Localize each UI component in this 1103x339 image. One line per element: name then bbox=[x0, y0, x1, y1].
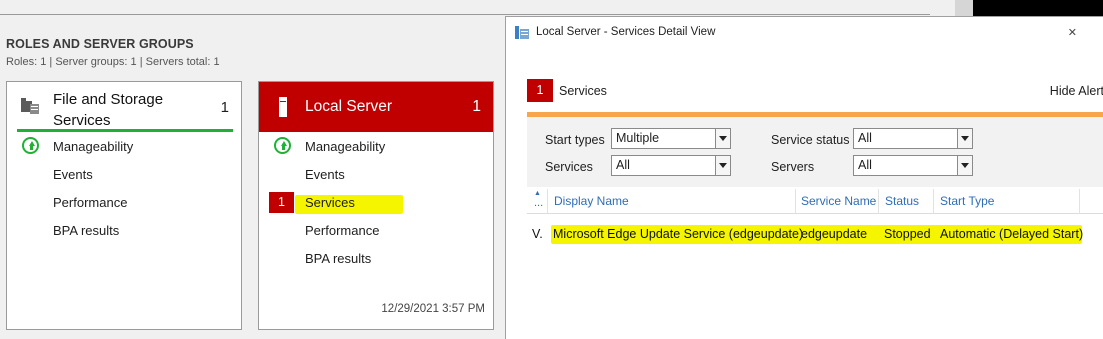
cell-service-name: edgeupdate bbox=[801, 227, 868, 241]
servers-filter-value: All bbox=[858, 158, 872, 172]
column-header-start-type[interactable]: Start Type bbox=[940, 194, 994, 208]
tile-title[interactable]: Local Server bbox=[305, 98, 392, 116]
server-manager-icon bbox=[515, 26, 529, 39]
start-types-select[interactable]: Multiple bbox=[611, 128, 731, 149]
tile-item-events[interactable]: Events bbox=[305, 167, 345, 182]
background-strip-dark bbox=[973, 0, 1103, 16]
tile-title-line2: Services bbox=[53, 112, 111, 129]
column-header-service-name[interactable]: Service Name bbox=[801, 194, 876, 208]
tile-item-manageability[interactable]: Manageability bbox=[305, 139, 385, 154]
last-refresh-timestamp: 12/29/2021 3:57 PM bbox=[381, 303, 485, 315]
section-summary: Roles: 1 | Server groups: 1 | Servers to… bbox=[6, 56, 220, 68]
cell-start-type: Automatic (Delayed Start) bbox=[940, 227, 1084, 241]
chevron-down-icon[interactable] bbox=[715, 156, 730, 175]
tile-item-bpa-results[interactable]: BPA results bbox=[305, 251, 371, 266]
chevron-down-icon[interactable] bbox=[957, 129, 972, 148]
hide-alert-link[interactable]: Hide Alert bbox=[1050, 84, 1103, 98]
service-status-select[interactable]: All bbox=[853, 128, 973, 149]
tile-header[interactable]: File and Storage Services 1 bbox=[7, 82, 241, 132]
tile-local-server[interactable]: Local Server 1 Manageability Events 1 Se… bbox=[258, 81, 494, 330]
tile-count: 1 bbox=[472, 98, 481, 115]
service-status-value: All bbox=[858, 131, 872, 145]
tile-title-line1: File and Storage bbox=[53, 91, 164, 108]
status-ok-icon bbox=[274, 137, 291, 154]
services-filter-label: Services bbox=[545, 160, 593, 174]
row-prefix: V. bbox=[532, 227, 543, 241]
tile-item-services[interactable]: Services bbox=[305, 195, 355, 210]
tile-item-manageability[interactable]: Manageability bbox=[53, 139, 133, 154]
services-filter-value: All bbox=[616, 158, 630, 172]
column-separator[interactable] bbox=[1079, 189, 1080, 214]
cell-status: Stopped bbox=[884, 227, 931, 241]
alert-count-badge: 1 bbox=[527, 79, 553, 102]
window-title: Local Server - Services Detail View bbox=[536, 26, 716, 38]
alert-row: 1 Services Hide Alert bbox=[506, 79, 1103, 105]
servers-filter-label: Servers bbox=[771, 160, 815, 174]
section-title: ROLES AND SERVER GROUPS bbox=[6, 37, 194, 51]
close-icon[interactable]: ✕ bbox=[1068, 26, 1077, 39]
services-detail-window: Local Server - Services Detail View ✕ 1 … bbox=[505, 16, 1103, 339]
tile-item-performance[interactable]: Performance bbox=[305, 223, 379, 238]
start-types-value: Multiple bbox=[616, 131, 660, 145]
column-separator[interactable] bbox=[795, 189, 796, 214]
column-chooser-dots[interactable]: ... bbox=[534, 197, 543, 209]
alert-label: Services bbox=[559, 84, 607, 98]
server-icon bbox=[279, 97, 287, 117]
background-strip bbox=[955, 0, 973, 16]
tile-item-performance[interactable]: Performance bbox=[53, 195, 127, 210]
tile-title[interactable]: File and Storage Services bbox=[53, 89, 163, 131]
services-filter-select[interactable]: All bbox=[611, 155, 731, 176]
divider bbox=[0, 14, 930, 15]
services-alert-badge: 1 bbox=[269, 192, 294, 213]
tile-count: 1 bbox=[220, 99, 229, 116]
servers-filter-select[interactable]: All bbox=[853, 155, 973, 176]
tile-item-bpa-results[interactable]: BPA results bbox=[53, 223, 119, 238]
column-separator[interactable] bbox=[547, 189, 548, 214]
column-separator[interactable] bbox=[933, 189, 934, 214]
column-separator[interactable] bbox=[878, 189, 879, 214]
tile-item-events[interactable]: Events bbox=[53, 167, 93, 182]
chevron-down-icon[interactable] bbox=[715, 129, 730, 148]
column-header-display-name[interactable]: Display Name bbox=[554, 194, 629, 208]
service-status-label: Service status bbox=[771, 133, 850, 147]
filter-panel: Start types Multiple Service status All … bbox=[527, 117, 1103, 187]
column-header-status[interactable]: Status bbox=[885, 194, 919, 208]
status-ok-icon bbox=[22, 137, 39, 154]
status-bar-ok bbox=[17, 129, 233, 132]
tile-header-alert[interactable]: Local Server 1 bbox=[259, 82, 493, 132]
cell-display-name: Microsoft Edge Update Service (edgeupdat… bbox=[553, 227, 804, 241]
tile-file-storage-services[interactable]: File and Storage Services 1 Manageabilit… bbox=[6, 81, 242, 330]
chevron-down-icon[interactable] bbox=[957, 156, 972, 175]
start-types-label: Start types bbox=[545, 133, 605, 147]
file-storage-icon bbox=[21, 98, 39, 114]
